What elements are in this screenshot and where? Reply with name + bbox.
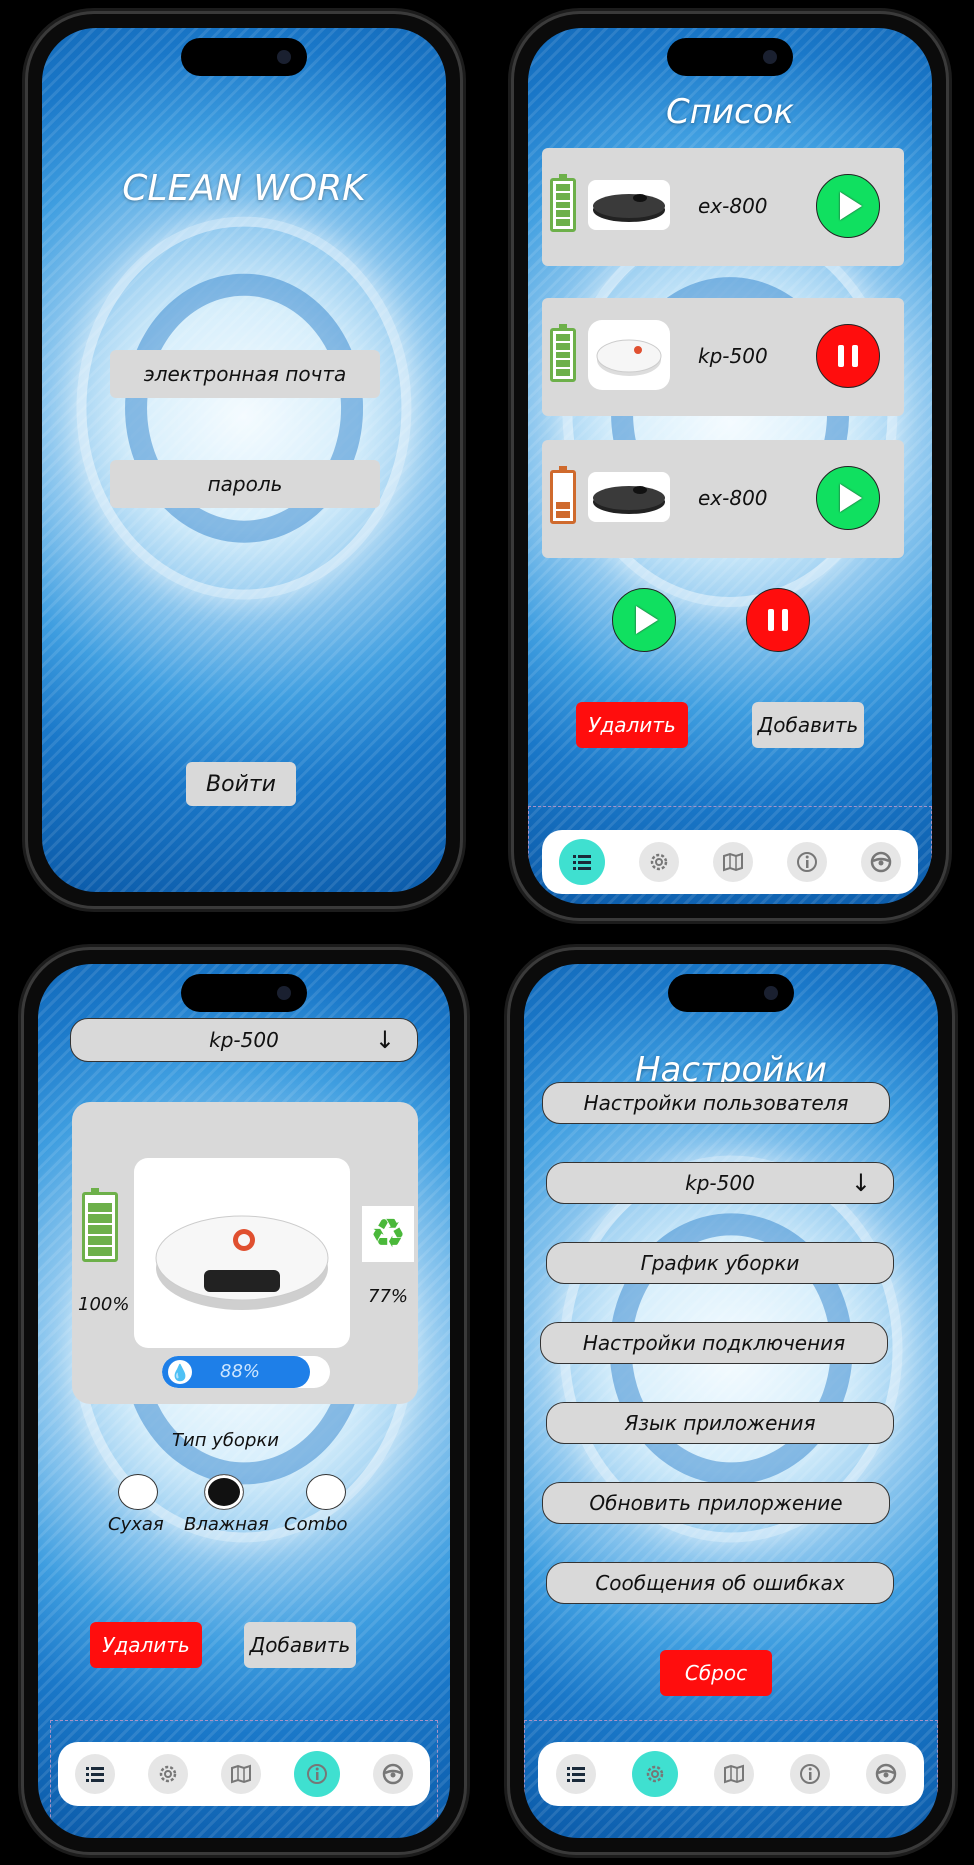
bottom-nav	[542, 830, 918, 894]
device-card[interactable]: kp-500	[542, 298, 904, 416]
mode-dry-label: Сухая	[108, 1514, 164, 1535]
pause-icon	[838, 345, 858, 367]
cleaning-type-label: Тип уборки	[172, 1430, 279, 1451]
phone-device: kp-500 ↓ 100% ♻ 77% 💧 88% Тип уборки Сух…	[24, 950, 464, 1852]
connection-settings-button[interactable]: Настройки подключения	[540, 1322, 888, 1364]
device-selector[interactable]: kp-500 ↓	[546, 1162, 894, 1204]
dynamic-island	[667, 38, 793, 76]
reset-button[interactable]: Сброс	[660, 1650, 772, 1696]
battery-full-icon	[82, 1188, 118, 1262]
login-screen: CLEAN WORK электронная почта пароль Войт…	[42, 28, 446, 892]
map-icon[interactable]	[220, 1754, 261, 1794]
robot-white-image	[134, 1158, 350, 1348]
device-name: ex-800	[698, 194, 768, 218]
mode-wet-radio[interactable]	[204, 1474, 244, 1510]
phone-settings: Настройки Настройки пользователя kp-500 …	[510, 950, 952, 1852]
mode-dry-radio[interactable]	[118, 1474, 158, 1510]
battery-full-icon	[550, 324, 576, 382]
dynamic-island	[668, 974, 794, 1012]
arrow-down-icon: ↓	[374, 1026, 395, 1054]
device-status-card: 100% ♻ 77% 💧 88%	[72, 1102, 418, 1404]
battery-low-icon	[550, 466, 576, 524]
device-selector[interactable]: kp-500 ↓	[70, 1018, 418, 1062]
pause-icon	[768, 609, 788, 631]
device-selector-value: kp-500	[685, 1171, 755, 1195]
info-icon[interactable]	[787, 842, 827, 882]
add-button[interactable]: Добавить	[752, 702, 864, 748]
water-percent: 88%	[220, 1361, 261, 1382]
list-icon[interactable]	[556, 1754, 596, 1794]
add-button[interactable]: Добавить	[244, 1622, 356, 1668]
play-all-button[interactable]	[612, 588, 676, 652]
update-app-button[interactable]: Обновить прилоржение	[542, 1482, 890, 1524]
email-field[interactable]: электронная почта	[110, 350, 380, 398]
phone-list: Список ex-800 kp-500 ex-800 Удалить Доба…	[514, 14, 946, 918]
play-icon	[840, 192, 862, 220]
device-screen: kp-500 ↓ 100% ♻ 77% 💧 88% Тип уборки Сух…	[38, 964, 450, 1838]
list-title: Список	[665, 92, 795, 132]
error-reports-button[interactable]: Сообщения об ошибках	[546, 1562, 894, 1604]
map-icon[interactable]	[714, 1754, 754, 1794]
arrow-down-icon: ↓	[850, 1169, 871, 1197]
pause-button[interactable]	[816, 324, 880, 388]
mode-wet-label: Влажная	[184, 1514, 269, 1535]
device-card[interactable]: ex-800	[542, 148, 904, 266]
gear-icon[interactable]	[147, 1754, 188, 1794]
steering-wheel-icon[interactable]	[866, 1754, 906, 1794]
play-button[interactable]	[816, 466, 880, 530]
dynamic-island	[181, 974, 307, 1012]
water-level-bar: 💧 88%	[162, 1356, 330, 1388]
device-card[interactable]: ex-800	[542, 440, 904, 558]
list-icon[interactable]	[74, 1754, 115, 1794]
water-drop-icon: 💧	[168, 1360, 192, 1384]
list-screen: Список ex-800 kp-500 ex-800 Удалить Доба…	[528, 28, 932, 904]
device-name: ex-800	[698, 486, 768, 510]
device-name: kp-500	[698, 344, 768, 368]
play-button[interactable]	[816, 174, 880, 238]
mode-combo-label: Combo	[284, 1514, 348, 1535]
pause-all-button[interactable]	[746, 588, 810, 652]
delete-button[interactable]: Удалить	[576, 702, 688, 748]
robot-white-image	[588, 320, 670, 390]
bottom-nav	[538, 1742, 924, 1806]
bottom-nav	[58, 1742, 430, 1806]
login-button[interactable]: Войти	[186, 762, 296, 806]
play-icon	[840, 484, 862, 512]
info-icon[interactable]	[790, 1754, 830, 1794]
map-icon[interactable]	[713, 842, 753, 882]
robot-black-image	[588, 472, 670, 522]
recycle-percent: 77%	[368, 1286, 409, 1307]
play-icon	[636, 606, 658, 634]
language-button[interactable]: Язык приложения	[546, 1402, 894, 1444]
app-title: CLEAN WORK	[122, 168, 366, 209]
settings-screen: Настройки Настройки пользователя kp-500 …	[524, 964, 938, 1838]
steering-wheel-icon[interactable]	[373, 1754, 414, 1794]
battery-full-icon	[550, 174, 576, 232]
battery-percent: 100%	[78, 1294, 130, 1315]
recycle-icon: ♻	[362, 1206, 414, 1262]
device-selector-value: kp-500	[209, 1028, 279, 1052]
mode-combo-radio[interactable]	[306, 1474, 346, 1510]
info-icon[interactable]	[294, 1751, 341, 1797]
gear-icon[interactable]	[639, 842, 679, 882]
schedule-button[interactable]: График уборки	[546, 1242, 894, 1284]
robot-black-image	[588, 180, 670, 230]
steering-wheel-icon[interactable]	[861, 842, 901, 882]
list-icon[interactable]	[559, 839, 605, 885]
user-settings-button[interactable]: Настройки пользователя	[542, 1082, 890, 1124]
phone-login: CLEAN WORK электронная почта пароль Войт…	[28, 14, 460, 906]
dynamic-island	[181, 38, 307, 76]
gear-icon[interactable]	[632, 1751, 678, 1797]
password-field[interactable]: пароль	[110, 460, 380, 508]
delete-button[interactable]: Удалить	[90, 1622, 202, 1668]
